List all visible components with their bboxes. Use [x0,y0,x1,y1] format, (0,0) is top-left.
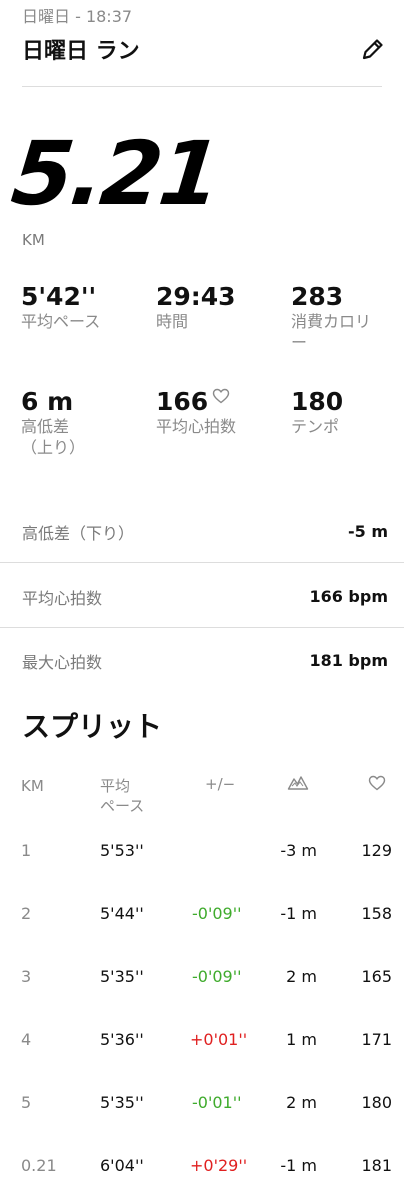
stat-avg-pace: 5'42'' 平均ペース [21,282,100,332]
detail-label-max-hr: 最大心拍数 [22,653,103,672]
stat-label: 時間 [156,312,189,331]
split-elevation: 1 m [286,1030,317,1049]
stat-calories: 283 消費カロリ ー [291,282,371,353]
stat-elevation-gain: 6 m 高低差 （上り） [21,387,85,458]
split-elevation: 2 m [286,1093,317,1112]
split-heart-rate: 129 [361,841,392,860]
stat-value: 5'42'' [21,282,97,311]
split-km: 0.21 [21,1156,57,1175]
split-km: 5 [21,1093,32,1112]
split-elevation: 2 m [286,967,317,986]
split-km: 4 [21,1030,32,1049]
split-pace: 5'44'' [100,904,144,923]
split-row: 3 5'35'' -0'09'' 2 m 165 [0,967,404,991]
splits-header-diff: +/− [205,775,236,793]
stat-avg-heart-rate: 166 平均心拍数 [156,387,236,437]
splits-header-heart-rate [368,775,386,795]
split-pace: 6'04'' [100,1156,144,1175]
detail-value-max-hr: 181 bpm [309,651,388,670]
stat-label: 高低差 [21,417,70,436]
stat-label-cont: ー [291,333,308,352]
stat-label-cont: （上り） [21,438,86,457]
heart-icon [212,388,230,404]
edit-button[interactable] [358,34,388,64]
stat-value: 29:43 [156,282,236,311]
detail-divider [0,562,404,563]
splits-header-pace: 平均 ペース [100,776,144,816]
split-row: 1 5'53'' -3 m 129 [0,841,404,865]
date-time-subtitle: 日曜日 - 18:37 [22,7,133,26]
split-row: 0.21 6'04'' +0'29'' -1 m 181 [0,1156,404,1180]
split-diff: +0'01'' [190,1030,248,1049]
split-diff: -0'09'' [192,904,242,923]
distance-unit: KM [22,231,45,249]
detail-value-elevation-loss: -5 m [347,522,388,541]
detail-label-elevation-loss: 高低差（下り） [22,524,135,543]
splits-title: スプリット [22,710,163,743]
splits-header-elevation [287,774,309,796]
detail-divider [0,627,404,628]
split-diff: -0'01'' [192,1093,242,1112]
stat-value: 6 m [21,387,74,416]
stat-value: 283 [291,282,344,311]
run-title: 日曜日 ラン [22,39,140,64]
stat-duration: 29:43 時間 [156,282,236,332]
split-heart-rate: 180 [361,1093,392,1112]
stat-value: 180 [291,387,344,416]
pencil-icon [362,39,383,60]
split-pace: 5'35'' [100,967,144,986]
split-row: 5 5'35'' -0'01'' 2 m 180 [0,1093,404,1117]
split-elevation: -1 m [280,904,317,923]
split-pace: 5'36'' [100,1030,144,1049]
split-row: 2 5'44'' -0'09'' -1 m 158 [0,904,404,928]
split-row: 4 5'36'' +0'01'' 1 m 171 [0,1030,404,1054]
detail-label-avg-hr: 平均心拍数 [22,589,103,608]
stat-value: 166 [156,387,209,416]
split-diff: +0'29'' [190,1156,248,1175]
split-elevation: -1 m [280,1156,317,1175]
elevation-icon [287,776,309,790]
stat-label: 平均心拍数 [156,417,237,436]
split-heart-rate: 181 [361,1156,392,1175]
split-diff: -0'09'' [192,967,242,986]
stat-cadence: 180 テンポ [291,387,343,437]
split-heart-rate: 158 [361,904,392,923]
stat-label: テンポ [291,417,340,436]
split-heart-rate: 165 [361,967,392,986]
split-heart-rate: 171 [361,1030,392,1049]
distance-value: 5.21 [7,122,224,225]
split-pace: 5'53'' [100,841,144,860]
heart-icon [368,775,386,791]
split-km: 1 [21,841,32,860]
header-line1: 平均 [100,777,131,795]
header-line2: ペース [100,797,145,815]
splits-header-km: KM [21,777,44,795]
header-divider [22,86,382,87]
split-km: 3 [21,967,32,986]
split-pace: 5'35'' [100,1093,144,1112]
stat-label: 平均ペース [21,312,101,331]
stat-label: 消費カロリ [291,312,372,331]
split-elevation: -3 m [280,841,317,860]
detail-value-avg-hr: 166 bpm [309,587,388,606]
split-km: 2 [21,904,32,923]
